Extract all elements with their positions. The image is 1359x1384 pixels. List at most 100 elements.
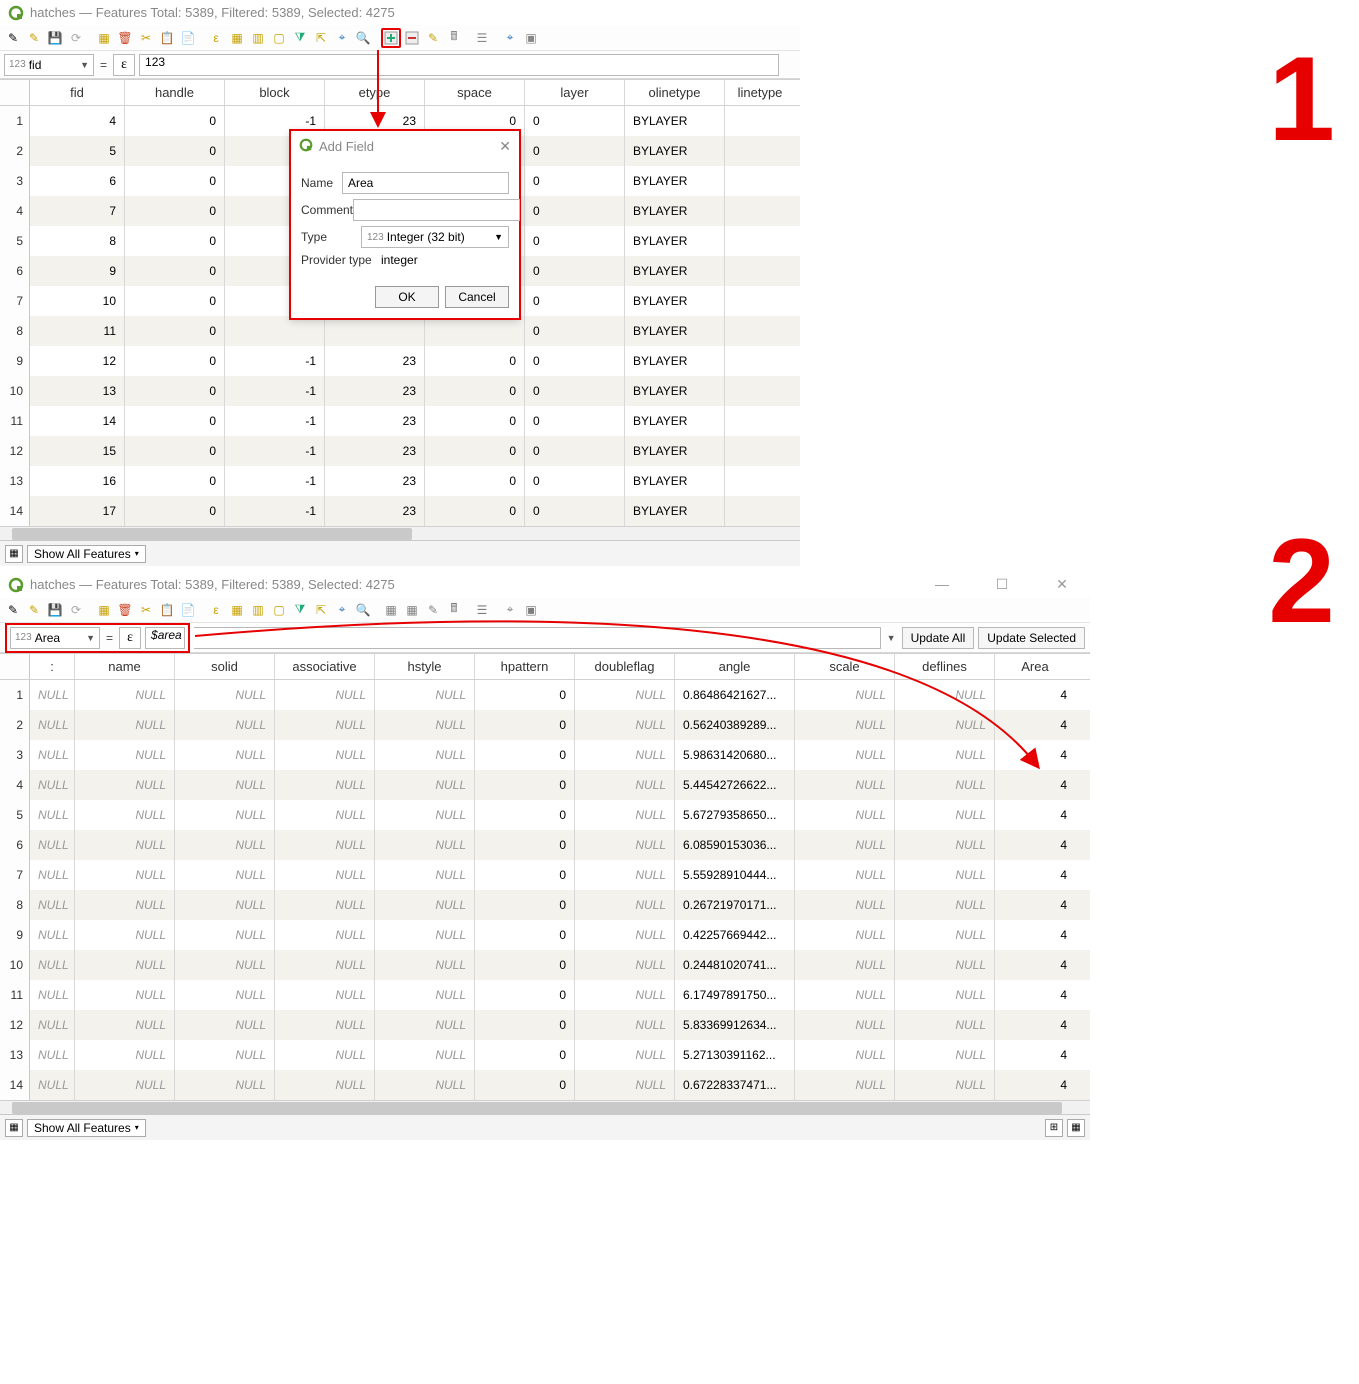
cell[interactable]: NULL — [895, 890, 995, 920]
cell[interactable]: 4 — [995, 1070, 1075, 1100]
cell[interactable]: NULL — [575, 860, 675, 890]
cell[interactable]: 0 — [125, 256, 225, 286]
field-calculator-icon[interactable]: 🖩 — [444, 28, 464, 48]
row-header[interactable]: 1 — [0, 106, 30, 136]
row-header[interactable]: 10 — [0, 376, 30, 406]
expression-input[interactable]: 123 — [139, 54, 779, 76]
table-row[interactable]: 7NULLNULLNULLNULLNULL0NULL5.55928910444.… — [0, 860, 1090, 890]
cell[interactable]: BYLAYER — [625, 106, 725, 136]
cell[interactable]: NULL — [275, 980, 375, 1010]
row-header[interactable]: 11 — [0, 980, 30, 1010]
cell[interactable]: 0 — [475, 830, 575, 860]
cell[interactable]: NULL — [175, 890, 275, 920]
add-feature-icon[interactable]: ▦ — [94, 28, 114, 48]
cell[interactable]: 0 — [125, 226, 225, 256]
cell[interactable] — [425, 316, 525, 346]
cell[interactable]: NULL — [30, 980, 75, 1010]
actions-icon[interactable]: ⌖ — [500, 600, 520, 620]
cell[interactable]: NULL — [895, 740, 995, 770]
cell[interactable]: NULL — [30, 890, 75, 920]
cell[interactable]: 0.42257669442... — [675, 920, 795, 950]
copy-icon[interactable]: 📋 — [157, 28, 177, 48]
conditional-formatting-icon[interactable]: ☰ — [472, 600, 492, 620]
col-etype[interactable]: etype — [325, 80, 425, 105]
cell[interactable]: NULL — [275, 860, 375, 890]
cell[interactable]: BYLAYER — [625, 406, 725, 436]
toggle-editing-icon[interactable]: ✎ — [3, 600, 23, 620]
cell[interactable]: NULL — [375, 920, 475, 950]
cell[interactable]: NULL — [895, 920, 995, 950]
cell[interactable]: NULL — [175, 920, 275, 950]
chevron-down-icon[interactable]: ▼ — [887, 633, 896, 643]
cell[interactable]: NULL — [795, 680, 895, 710]
cell[interactable]: 0 — [475, 800, 575, 830]
cell[interactable]: 0 — [475, 1070, 575, 1100]
cell[interactable]: NULL — [75, 1010, 175, 1040]
cell[interactable]: NULL — [175, 830, 275, 860]
cell[interactable]: 4 — [995, 1040, 1075, 1070]
row-header[interactable]: 8 — [0, 316, 30, 346]
name-input[interactable] — [342, 172, 509, 194]
cell[interactable]: -1 — [225, 346, 325, 376]
cell[interactable]: 6.17497891750... — [675, 980, 795, 1010]
cell[interactable] — [725, 136, 795, 166]
expression-input[interactable]: $area — [145, 627, 185, 649]
save-edits-icon[interactable]: 💾 — [45, 28, 65, 48]
cell[interactable] — [725, 106, 795, 136]
col-name[interactable]: name — [75, 654, 175, 679]
move-selection-to-top-icon[interactable]: ⇱ — [311, 600, 331, 620]
field-calculator-icon[interactable]: 🖩 — [444, 600, 464, 620]
cell[interactable]: 0 — [475, 1040, 575, 1070]
cell[interactable]: 4 — [995, 980, 1075, 1010]
cell[interactable]: NULL — [275, 740, 375, 770]
cell[interactable]: 0 — [125, 316, 225, 346]
cell[interactable]: 23 — [325, 466, 425, 496]
cell[interactable]: 12 — [30, 346, 125, 376]
cell[interactable]: 23 — [325, 436, 425, 466]
new-field-button[interactable] — [381, 28, 401, 48]
field-selector[interactable]: 123 fid ▼ — [4, 54, 94, 76]
cell[interactable]: 0 — [425, 346, 525, 376]
cell[interactable]: -1 — [225, 406, 325, 436]
cell[interactable]: NULL — [275, 920, 375, 950]
cell[interactable]: 16 — [30, 466, 125, 496]
row-header[interactable]: 1 — [0, 680, 30, 710]
cell[interactable]: 0 — [525, 226, 625, 256]
expression-dialog-button[interactable]: ε — [113, 54, 135, 76]
pan-to-selected-icon[interactable]: ⌖ — [332, 600, 352, 620]
cell[interactable]: NULL — [375, 980, 475, 1010]
cell[interactable]: NULL — [75, 860, 175, 890]
cell[interactable]: NULL — [795, 830, 895, 860]
cell[interactable] — [725, 496, 795, 526]
cell[interactable]: NULL — [30, 800, 75, 830]
cell[interactable] — [725, 376, 795, 406]
cell[interactable]: 0 — [475, 890, 575, 920]
row-header[interactable]: 5 — [0, 226, 30, 256]
cell[interactable]: 0 — [525, 286, 625, 316]
cell[interactable] — [725, 466, 795, 496]
row-header[interactable]: 2 — [0, 136, 30, 166]
new-field-button[interactable]: ▦ — [381, 600, 401, 620]
cell[interactable]: 23 — [325, 496, 425, 526]
cell[interactable]: 4 — [995, 740, 1075, 770]
show-all-features-button[interactable]: Show All Features ▾ — [27, 1119, 146, 1137]
cell[interactable]: NULL — [375, 950, 475, 980]
cell[interactable]: NULL — [175, 860, 275, 890]
cell[interactable]: 4 — [30, 106, 125, 136]
table-row[interactable]: 10NULLNULLNULLNULLNULL0NULL0.24481020741… — [0, 950, 1090, 980]
cell[interactable]: 0 — [525, 316, 625, 346]
cut-icon[interactable]: ✂ — [136, 28, 156, 48]
cell[interactable]: 0.24481020741... — [675, 950, 795, 980]
cell[interactable]: 23 — [325, 346, 425, 376]
cell[interactable]: NULL — [375, 680, 475, 710]
row-header[interactable]: 13 — [0, 466, 30, 496]
cell[interactable]: NULL — [30, 860, 75, 890]
zoom-to-selected-icon[interactable]: 🔍 — [353, 28, 373, 48]
cell[interactable]: 0 — [525, 466, 625, 496]
col-associative[interactable]: associative — [275, 654, 375, 679]
row-header[interactable]: 2 — [0, 710, 30, 740]
cell[interactable]: -1 — [225, 376, 325, 406]
filter-selection-icon[interactable]: ⧩ — [290, 600, 310, 620]
copy-icon[interactable]: 📋 — [157, 600, 177, 620]
col-block[interactable]: block — [225, 80, 325, 105]
